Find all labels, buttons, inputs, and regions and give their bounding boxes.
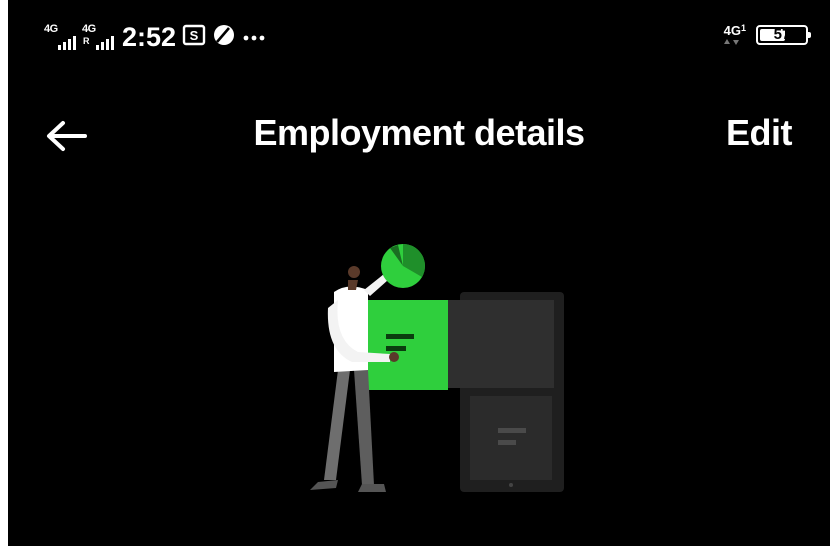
green-document xyxy=(364,300,448,390)
status-bar-left: 4G 4G R 2:52 S xyxy=(44,22,266,53)
roaming-indicator: R xyxy=(83,35,90,46)
data-arrows-icon xyxy=(723,39,739,45)
status-bar-right: 4G 1 57 xyxy=(723,23,811,46)
battery-tip xyxy=(808,32,811,38)
leaf-icon xyxy=(212,23,236,52)
cabinet-bottom-drawer xyxy=(470,396,552,480)
svg-text:S: S xyxy=(190,28,199,43)
edit-button[interactable]: Edit xyxy=(726,112,793,154)
filing-cabinet xyxy=(448,292,564,492)
battery-level: 57 xyxy=(773,26,791,43)
app-screen: 4G 4G R 2:52 S 4G 1 57 Employment detail… xyxy=(8,0,830,546)
battery-icon: 57 xyxy=(756,25,811,45)
clock: 2:52 xyxy=(122,22,177,52)
network-sub-label: 1 xyxy=(740,23,746,33)
network-indicator: 4G 1 xyxy=(723,23,746,46)
sim2-network-type: 4G xyxy=(82,22,96,35)
screen: 4G 4G R 2:52 S 4G 1 57 Employment detail… xyxy=(0,0,837,546)
network-type: 4G xyxy=(723,23,741,38)
page-title: Employment details xyxy=(253,112,585,153)
pie-chart-ball xyxy=(381,244,425,288)
screenshot-icon: S xyxy=(182,24,206,51)
cabinet-top-drawer xyxy=(448,300,554,388)
person-filing-documents-illustration xyxy=(310,244,564,492)
sim2-signal-icon: 4G R xyxy=(82,22,114,52)
more-dots-icon xyxy=(242,29,266,47)
status-bar: 4G 4G R 2:52 S 4G 1 57 xyxy=(8,0,830,80)
sim1-network-type: 4G xyxy=(44,22,58,35)
sim1-signal-icon: 4G xyxy=(44,22,76,52)
